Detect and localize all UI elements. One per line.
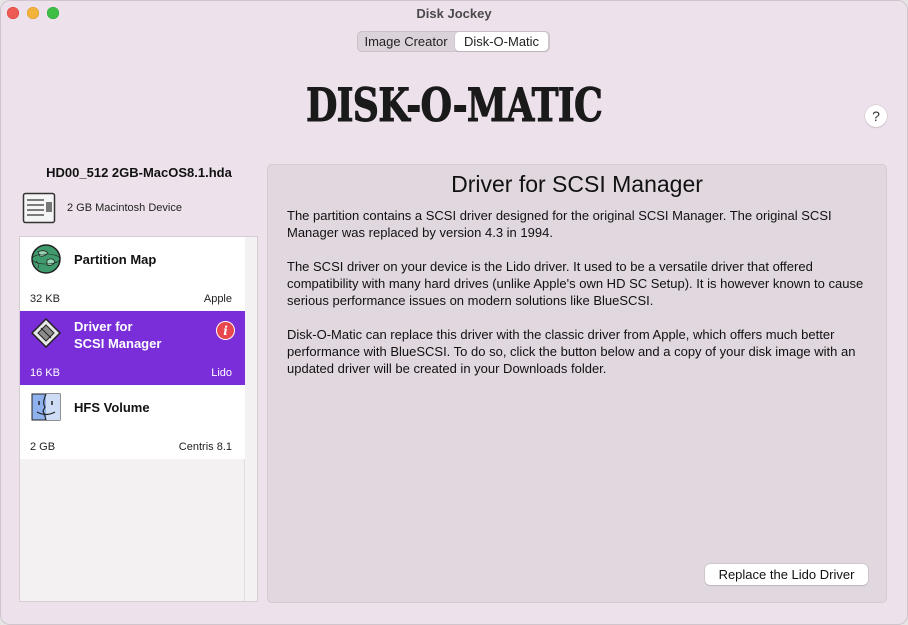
hard-drive-icon <box>22 192 56 224</box>
device-summary: 2 GB Macintosh Device <box>22 192 182 224</box>
list-scrollbar-track[interactable] <box>244 237 257 601</box>
partition-list[interactable]: Partition Map 32 KB Apple Driver for SCS… <box>19 236 258 602</box>
mode-segmented-control: Image Creator Disk-O-Matic <box>357 31 550 52</box>
panel-paragraph: The partition contains a SCSI driver des… <box>287 208 832 240</box>
panel-title: Driver for SCSI Manager <box>451 171 703 197</box>
partition-title: Driver for SCSI Manager <box>74 318 161 352</box>
partition-size: 2 GB <box>30 441 56 453</box>
app-window: Disk Jockey Image Creator Disk-O-Matic D… <box>0 0 908 625</box>
info-warning-icon: i <box>216 321 235 340</box>
device-label: 2 GB Macintosh Device <box>67 202 182 214</box>
window-title: Disk Jockey <box>416 6 492 21</box>
panel-paragraph: The SCSI driver on your device is the Li… <box>287 259 864 308</box>
partition-size: 32 KB <box>30 293 60 305</box>
partition-tag: Lido <box>211 367 232 379</box>
finder-face-icon <box>31 393 61 421</box>
partition-size: 16 KB <box>30 367 60 379</box>
partition-tag: Centris 8.1 <box>178 441 232 453</box>
partition-map-globe-icon <box>31 244 61 274</box>
disk-o-matic-logo: DISK-O-MATIC <box>306 78 604 130</box>
panel-paragraph: Disk-O-Matic can replace this driver wit… <box>287 327 856 376</box>
tab-image-creator[interactable]: Image Creator <box>357 31 455 52</box>
tab-disk-o-matic[interactable]: Disk-O-Matic <box>455 32 548 51</box>
replace-lido-driver-button[interactable]: Replace the Lido Driver <box>705 564 868 585</box>
partition-title-line-2: SCSI Manager <box>74 336 162 351</box>
partition-item-scsi-driver[interactable]: Driver for SCSI Manager i 16 KB Lido <box>20 311 245 385</box>
help-button[interactable]: ? <box>865 105 887 127</box>
disk-image-file-name: HD00_512 2GB-MacOS8.1.hda <box>46 165 232 180</box>
driver-chip-icon <box>30 317 62 349</box>
detail-panel: Driver for SCSI Manager The partition co… <box>267 164 887 603</box>
partition-item-partition-map[interactable]: Partition Map 32 KB Apple <box>20 237 245 311</box>
partition-tag: Apple <box>203 293 232 305</box>
svg-text:DISK-O-MATIC: DISK-O-MATIC <box>306 78 602 129</box>
title-bar[interactable]: Disk Jockey <box>0 0 908 28</box>
partition-title-line-1: Driver for <box>74 319 133 334</box>
partition-title: HFS Volume <box>74 400 150 415</box>
partition-item-hfs-volume[interactable]: HFS Volume 2 GB Centris 8.1 <box>20 385 245 459</box>
partition-title: Partition Map <box>74 252 157 267</box>
